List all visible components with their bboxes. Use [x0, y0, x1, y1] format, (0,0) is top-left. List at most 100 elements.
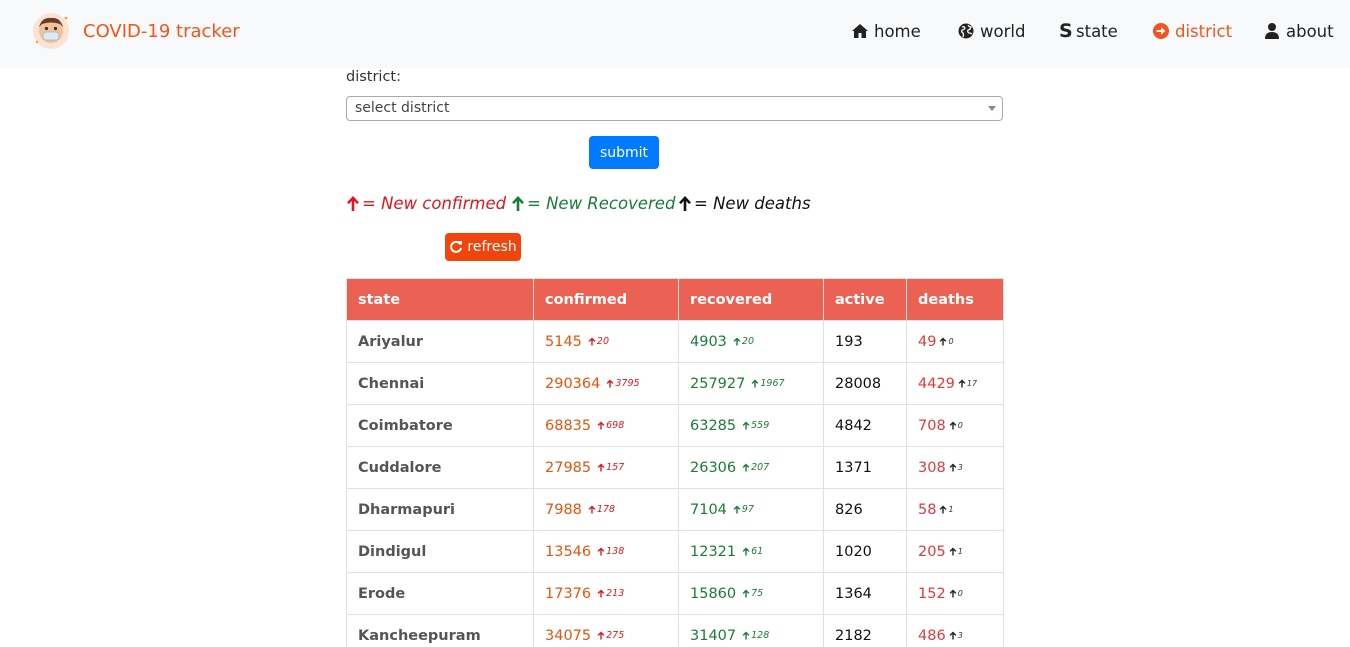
- arrow-up-icon: [597, 589, 605, 597]
- nav-about-label: about: [1286, 21, 1334, 41]
- cell-active: 4842: [823, 404, 907, 447]
- new-confirmed: 698: [597, 420, 624, 431]
- district-table-container: state confirmed recovered active deaths …: [346, 278, 1004, 647]
- district-select-value: select district: [355, 100, 450, 116]
- district-select[interactable]: select district: [346, 96, 1003, 121]
- table-row: Chennai 290364 3795 257927 1967 28008 4429 17: [346, 362, 1004, 405]
- new-confirmed: 3795: [606, 378, 640, 389]
- recovered-value: 15860: [690, 585, 737, 602]
- arrow-up-icon: [588, 337, 596, 345]
- new-deaths: 1: [949, 547, 963, 556]
- cell-state: Dharmapuri: [346, 488, 534, 531]
- cell-recovered: 4903 20: [678, 320, 824, 363]
- table-row: Coimbatore 68835 698 63285 559 4842 708 0: [346, 404, 1004, 447]
- new-confirmed: 275: [597, 630, 624, 641]
- refresh-icon: [450, 240, 463, 253]
- cell-deaths: 708 0: [906, 404, 1004, 447]
- cell-deaths: 58 1: [906, 488, 1004, 531]
- user-icon: [1265, 23, 1279, 39]
- cell-deaths: 49 0: [906, 320, 1004, 363]
- brand[interactable]: COVID-19 tracker: [32, 12, 240, 50]
- new-recovered: 20: [733, 336, 754, 347]
- cell-recovered: 7104 97: [678, 488, 824, 531]
- confirmed-value: 290364: [545, 375, 601, 392]
- header-confirmed[interactable]: confirmed: [533, 278, 679, 321]
- cell-deaths: 308 3: [906, 446, 1004, 489]
- confirmed-value: 68835: [545, 417, 592, 434]
- recovered-value: 12321: [690, 543, 737, 560]
- new-recovered-value: 207: [751, 461, 770, 473]
- submit-button[interactable]: submit: [589, 136, 659, 169]
- recovered-value: 4903: [690, 333, 727, 350]
- deaths-value: 152: [918, 585, 946, 602]
- arrow-up-black-icon: [679, 195, 691, 211]
- arrow-up-icon: [597, 463, 605, 471]
- new-recovered-value: 1967: [760, 377, 785, 389]
- new-deaths: 3: [949, 631, 963, 640]
- legend-confirmed: = New confirmed: [346, 192, 506, 214]
- new-deaths-value: 3: [957, 462, 963, 472]
- nav-world[interactable]: world: [957, 19, 1025, 43]
- cell-confirmed: 17376 213: [533, 572, 679, 615]
- cell-state: Dindigul: [346, 530, 534, 573]
- new-confirmed: 20: [588, 336, 609, 347]
- new-deaths: 0: [949, 589, 963, 598]
- cell-confirmed: 13546 138: [533, 530, 679, 573]
- header-state[interactable]: state: [346, 278, 534, 321]
- nav-world-label: world: [980, 21, 1026, 41]
- cell-active: 2182: [823, 614, 907, 647]
- new-recovered: 97: [733, 504, 754, 515]
- deaths-value: 4429: [918, 375, 955, 392]
- new-confirmed: 157: [597, 462, 624, 473]
- new-recovered-value: 75: [751, 587, 764, 599]
- cell-state: Ariyalur: [346, 320, 534, 363]
- refresh-button[interactable]: refresh: [445, 233, 521, 261]
- new-deaths: 0: [949, 421, 963, 430]
- arrow-up-icon: [939, 337, 947, 345]
- navbar: COVID-19 tracker home world S state dist…: [0, 0, 1350, 68]
- deaths-value: 308: [918, 459, 946, 476]
- cell-state: Erode: [346, 572, 534, 615]
- nav-state[interactable]: S state: [1059, 19, 1118, 43]
- header-deaths[interactable]: deaths: [906, 278, 1004, 321]
- arrow-up-icon: [939, 505, 947, 513]
- arrow-up-icon: [949, 421, 957, 429]
- header-recovered[interactable]: recovered: [678, 278, 824, 321]
- new-confirmed: 178: [588, 504, 615, 515]
- table-header-row: state confirmed recovered active deaths: [346, 278, 1004, 321]
- arrow-up-red-icon: [347, 195, 359, 211]
- arrow-up-icon: [742, 463, 750, 471]
- new-recovered-value: 559: [751, 419, 770, 431]
- district-table: state confirmed recovered active deaths …: [346, 278, 1004, 647]
- new-deaths-value: 1: [957, 546, 963, 556]
- cell-deaths: 152 0: [906, 572, 1004, 615]
- recovered-value: 31407: [690, 627, 737, 644]
- cell-state: Chennai: [346, 362, 534, 405]
- cell-recovered: 257927 1967: [678, 362, 824, 405]
- arrow-up-icon: [742, 421, 750, 429]
- cell-active: 1371: [823, 446, 907, 489]
- arrow-up-icon: [733, 337, 741, 345]
- cell-deaths: 205 1: [906, 530, 1004, 573]
- deaths-value: 486: [918, 627, 946, 644]
- nav-district[interactable]: district: [1152, 19, 1232, 43]
- header-active[interactable]: active: [823, 278, 907, 321]
- recovered-value: 63285: [690, 417, 737, 434]
- new-recovered-value: 97: [741, 503, 754, 515]
- nav-about[interactable]: about: [1263, 19, 1334, 43]
- nav-home[interactable]: home: [851, 19, 921, 43]
- district-label: district:: [346, 69, 402, 85]
- new-recovered: 61: [742, 546, 763, 557]
- new-confirmed: 213: [597, 588, 624, 599]
- legend-confirmed-text: = New confirmed: [362, 193, 507, 213]
- deaths-value: 49: [918, 333, 937, 350]
- confirmed-value: 7988: [545, 501, 582, 518]
- arrow-up-icon: [588, 505, 596, 513]
- new-deaths-value: 0: [957, 420, 963, 430]
- new-recovered: 128: [742, 630, 769, 641]
- globe-icon: [958, 23, 974, 39]
- cell-confirmed: 27985 157: [533, 446, 679, 489]
- table-row: Erode 17376 213 15860 75 1364 152 0: [346, 572, 1004, 615]
- legend-recovered-text: = New Recovered: [527, 193, 676, 213]
- new-deaths-value: 0: [957, 588, 963, 598]
